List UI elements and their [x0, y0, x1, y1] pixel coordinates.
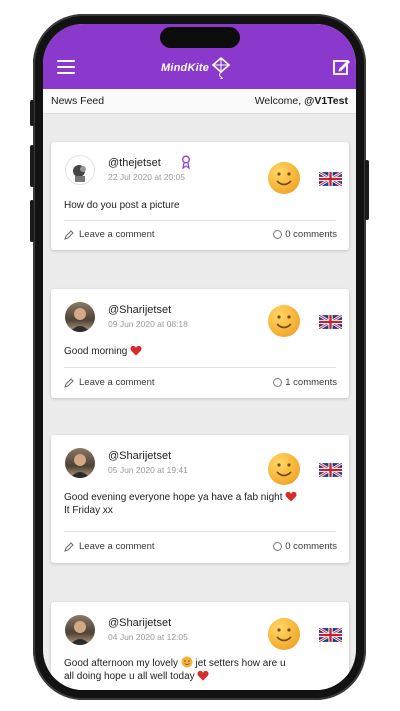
welcome-text: Welcome, @V1Test — [255, 95, 348, 107]
post-message-text: Good morning — [64, 346, 128, 357]
app-header: MindKite — [43, 24, 356, 89]
post-username[interactable]: @Sharijetset — [108, 450, 171, 462]
menu-icon[interactable] — [57, 60, 75, 74]
post-message-line: Good afternoon my lovely — [64, 658, 178, 669]
subheader: News Feed Welcome, @V1Test — [43, 89, 356, 114]
post-message: Good afternoon my lovely jet setters how… — [64, 656, 340, 683]
comment-count[interactable]: 0 comments — [273, 229, 337, 240]
comment-count[interactable]: 1 comments — [273, 377, 337, 388]
logo-text: MindKite — [161, 62, 210, 74]
smiley-icon — [268, 305, 300, 337]
comment-count[interactable]: 0 comments — [273, 541, 337, 552]
post-message-line: It Friday xx — [64, 505, 113, 516]
post-message-line: Good evening everyone hope ya have a fab… — [64, 492, 283, 503]
post-message-line: all doing hope u all well today — [64, 671, 195, 682]
avatar[interactable] — [65, 448, 95, 478]
pencil-icon — [64, 377, 74, 388]
app-logo: MindKite — [161, 57, 231, 79]
post-message-line: jet setters how are u — [195, 658, 286, 669]
logo-kite-icon — [212, 57, 231, 79]
camera-notch — [160, 27, 240, 48]
post-card: @thejetset 22 Jul 2020 at 20:05 How do y… — [51, 142, 349, 250]
comment-count-label: 0 comments — [285, 229, 337, 240]
compose-icon[interactable] — [333, 58, 351, 76]
smiley-icon — [268, 162, 300, 194]
comment-icon — [273, 378, 283, 387]
smiley-icon — [268, 618, 300, 650]
post-date: 09 Jun 2020 at 08:18 — [108, 319, 188, 329]
post-message: How do you post a picture — [64, 200, 180, 211]
uk-flag-icon — [319, 463, 342, 477]
heart-icon — [130, 345, 142, 356]
current-username[interactable]: @V1Test — [304, 95, 348, 107]
post-date: 05 Jun 2020 at 19:41 — [108, 465, 188, 475]
phone-side-button — [365, 160, 369, 220]
divider — [64, 531, 336, 532]
leave-comment-label: Leave a comment — [79, 229, 155, 240]
uk-flag-icon — [319, 628, 342, 642]
post-username[interactable]: @Sharijetset — [108, 304, 171, 316]
welcome-prefix: Welcome, — [254, 95, 305, 107]
app-screen: MindKite News Feed Welcome, @V1Test @the… — [43, 24, 356, 690]
leave-comment-button[interactable]: Leave a comment — [64, 229, 155, 240]
post-message: Good morning — [64, 345, 340, 358]
leave-comment-label: Leave a comment — [79, 377, 155, 388]
comment-count-label: 0 comments — [285, 541, 337, 552]
smiley-emoji-icon — [181, 656, 193, 668]
post-username[interactable]: @Sharijetset — [108, 617, 171, 629]
divider — [64, 220, 336, 221]
leave-comment-label: Leave a comment — [79, 541, 155, 552]
uk-flag-icon — [319, 315, 342, 329]
comment-icon — [273, 230, 283, 239]
smiley-icon — [268, 453, 300, 485]
post-card: @Sharijetset 05 Jun 2020 at 19:41 Good e… — [51, 435, 349, 563]
avatar[interactable] — [65, 615, 95, 645]
uk-flag-icon — [319, 172, 342, 186]
phone-side-button — [30, 145, 34, 187]
leave-comment-button[interactable]: Leave a comment — [64, 541, 155, 552]
post-date: 22 Jul 2020 at 20:05 — [108, 172, 186, 182]
pencil-icon — [64, 541, 74, 552]
phone-side-button — [30, 200, 34, 242]
verified-badge-icon — [182, 155, 190, 169]
post-card: @Sharijetset 04 Jun 2020 at 12:05 Good a… — [51, 602, 349, 690]
avatar[interactable] — [65, 302, 95, 332]
avatar[interactable] — [65, 155, 95, 185]
phone-side-button — [30, 100, 34, 126]
leave-comment-button[interactable]: Leave a comment — [64, 377, 155, 388]
page-title: News Feed — [51, 95, 105, 107]
post-message: Good evening everyone hope ya have a fab… — [64, 491, 340, 517]
comment-count-label: 1 comments — [285, 377, 337, 388]
pencil-icon — [64, 229, 74, 240]
post-card: @Sharijetset 09 Jun 2020 at 08:18 Good m… — [51, 289, 349, 398]
heart-icon — [285, 491, 297, 502]
post-username[interactable]: @thejetset — [108, 157, 161, 169]
divider — [64, 367, 336, 368]
comment-icon — [273, 542, 283, 551]
heart-icon — [197, 670, 209, 681]
post-date: 04 Jun 2020 at 12:05 — [108, 632, 188, 642]
